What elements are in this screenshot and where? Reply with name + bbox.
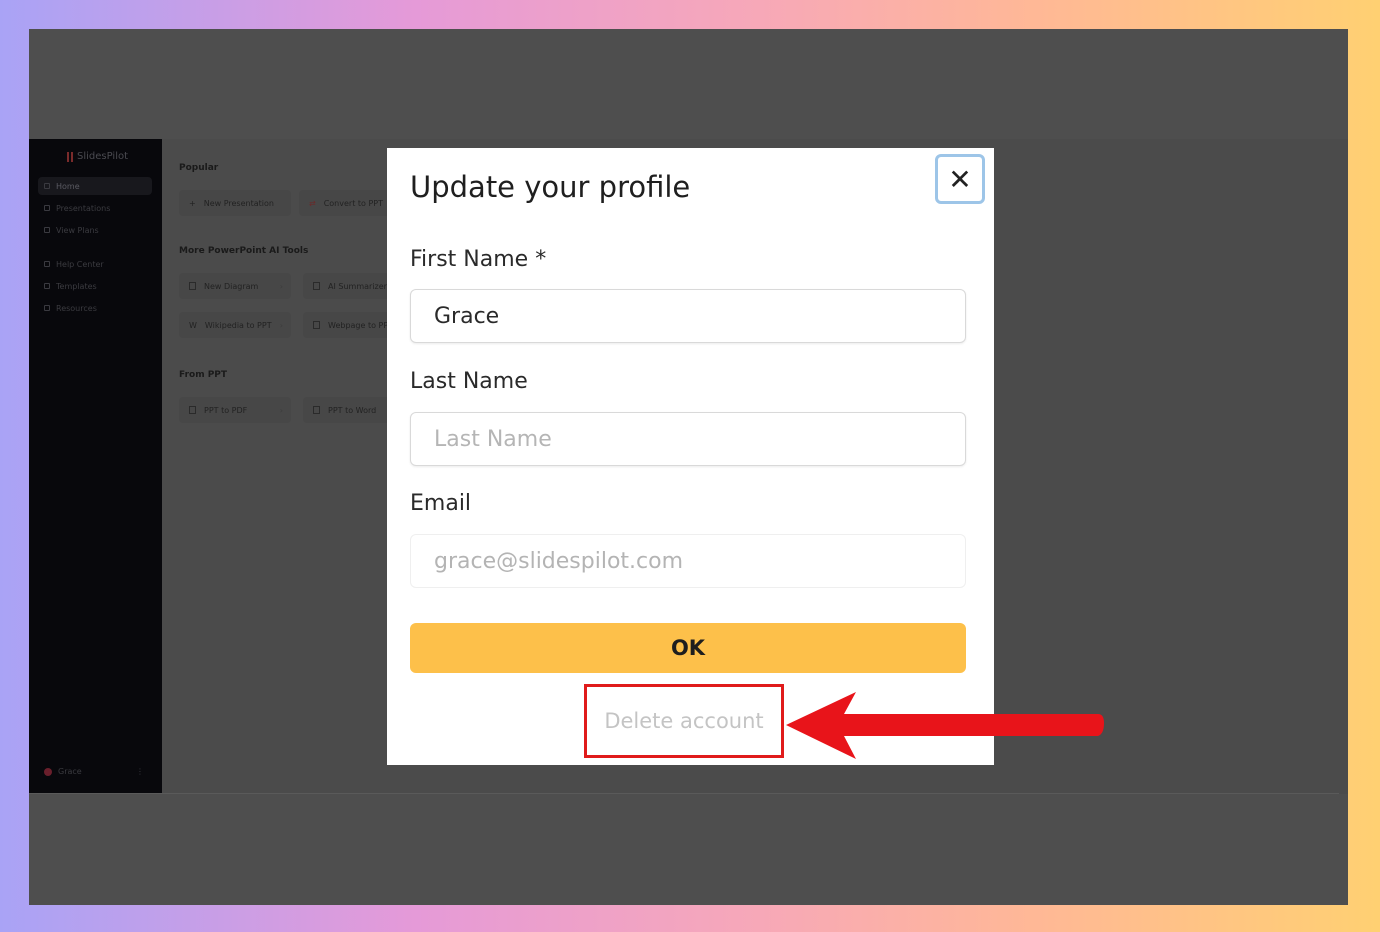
app-logo[interactable]: SlidesPilot bbox=[67, 151, 128, 162]
delete-account-label: Delete account bbox=[604, 709, 764, 733]
first-name-label: First Name * bbox=[410, 247, 547, 272]
document-icon bbox=[44, 205, 50, 211]
chevron-right-icon: › bbox=[279, 405, 283, 415]
section-title-more-tools: More PowerPoint AI Tools bbox=[179, 246, 309, 256]
more-icon[interactable]: ⋮ bbox=[136, 767, 144, 776]
last-name-label: Last Name bbox=[410, 369, 528, 394]
sidebar-item-templates[interactable]: Templates bbox=[38, 277, 152, 295]
sidebar-item-label: Home bbox=[56, 181, 80, 191]
new-diagram-card[interactable]: New Diagram › bbox=[179, 273, 291, 299]
convert-icon: ⇄ bbox=[309, 198, 316, 208]
dialog-title: Update your profile bbox=[410, 170, 691, 204]
logo-icon bbox=[67, 151, 73, 162]
avatar bbox=[44, 767, 52, 776]
word-icon bbox=[313, 406, 320, 414]
tool-label: New Diagram bbox=[204, 281, 259, 291]
tool-label: PPT to PDF bbox=[204, 405, 248, 415]
ok-button[interactable]: OK bbox=[410, 623, 966, 673]
help-icon bbox=[44, 261, 50, 267]
sidebar-item-label: View Plans bbox=[56, 225, 99, 235]
arrow-shape bbox=[786, 692, 1104, 759]
wikipedia-icon: W bbox=[189, 320, 197, 330]
sidebar-item-label: Help Center bbox=[56, 259, 104, 269]
close-button[interactable]: ✕ bbox=[935, 154, 985, 204]
section-title-popular: Popular bbox=[179, 163, 219, 173]
tool-label: Wikipedia to PPT bbox=[204, 320, 272, 330]
logo-text: SlidesPilot bbox=[77, 151, 129, 162]
update-profile-dialog: Update your profile ✕ First Name * Last … bbox=[387, 148, 994, 765]
grid-icon bbox=[44, 283, 50, 289]
chevron-right-icon: › bbox=[279, 320, 283, 330]
section-title-from-ppt: From PPT bbox=[179, 370, 228, 380]
last-name-field[interactable] bbox=[410, 412, 966, 466]
sidebar: SlidesPilot Home Presentations View Plan… bbox=[29, 139, 162, 794]
tool-label: PPT to Word bbox=[328, 405, 377, 415]
tool-label: AI Summarizer bbox=[328, 281, 387, 291]
sidebar-item-label: Templates bbox=[56, 281, 97, 291]
sidebar-item-presentations[interactable]: Presentations bbox=[38, 199, 152, 217]
diagram-icon bbox=[189, 282, 196, 290]
email-label: Email bbox=[410, 491, 472, 516]
divider bbox=[29, 793, 1339, 794]
plus-icon: + bbox=[189, 198, 196, 208]
tool-label: Convert to PPT bbox=[323, 198, 383, 208]
user-name: Grace bbox=[58, 767, 82, 776]
chevron-right-icon: › bbox=[279, 281, 283, 291]
ppt-to-pdf-card[interactable]: PPT to PDF › bbox=[179, 397, 291, 423]
browser-icon bbox=[313, 321, 320, 329]
sidebar-item-view-plans[interactable]: View Plans bbox=[38, 221, 152, 239]
sidebar-item-label: Presentations bbox=[56, 203, 111, 213]
tool-label: New Presentation bbox=[203, 198, 274, 208]
new-presentation-card[interactable]: + New Presentation bbox=[179, 190, 291, 216]
sidebar-item-label: Resources bbox=[56, 303, 97, 313]
delete-account-link[interactable]: Delete account bbox=[584, 684, 784, 758]
sidebar-item-help-center[interactable]: Help Center bbox=[38, 255, 152, 273]
sidebar-item-home[interactable]: Home bbox=[38, 177, 152, 195]
user-menu[interactable]: Grace ⋮ bbox=[44, 767, 144, 776]
close-icon: ✕ bbox=[948, 162, 972, 196]
tool-label: Webpage to PPT bbox=[328, 320, 394, 330]
book-icon bbox=[44, 305, 50, 311]
refresh-icon bbox=[44, 227, 50, 233]
file-icon bbox=[313, 282, 320, 290]
annotation-arrow bbox=[786, 692, 1104, 759]
sidebar-item-resources[interactable]: Resources bbox=[38, 299, 152, 317]
wikipedia-to-ppt-card[interactable]: W Wikipedia to PPT › bbox=[179, 312, 291, 338]
first-name-field[interactable] bbox=[410, 289, 966, 343]
email-field bbox=[410, 534, 966, 588]
pdf-icon bbox=[189, 406, 196, 414]
home-icon bbox=[44, 183, 50, 189]
